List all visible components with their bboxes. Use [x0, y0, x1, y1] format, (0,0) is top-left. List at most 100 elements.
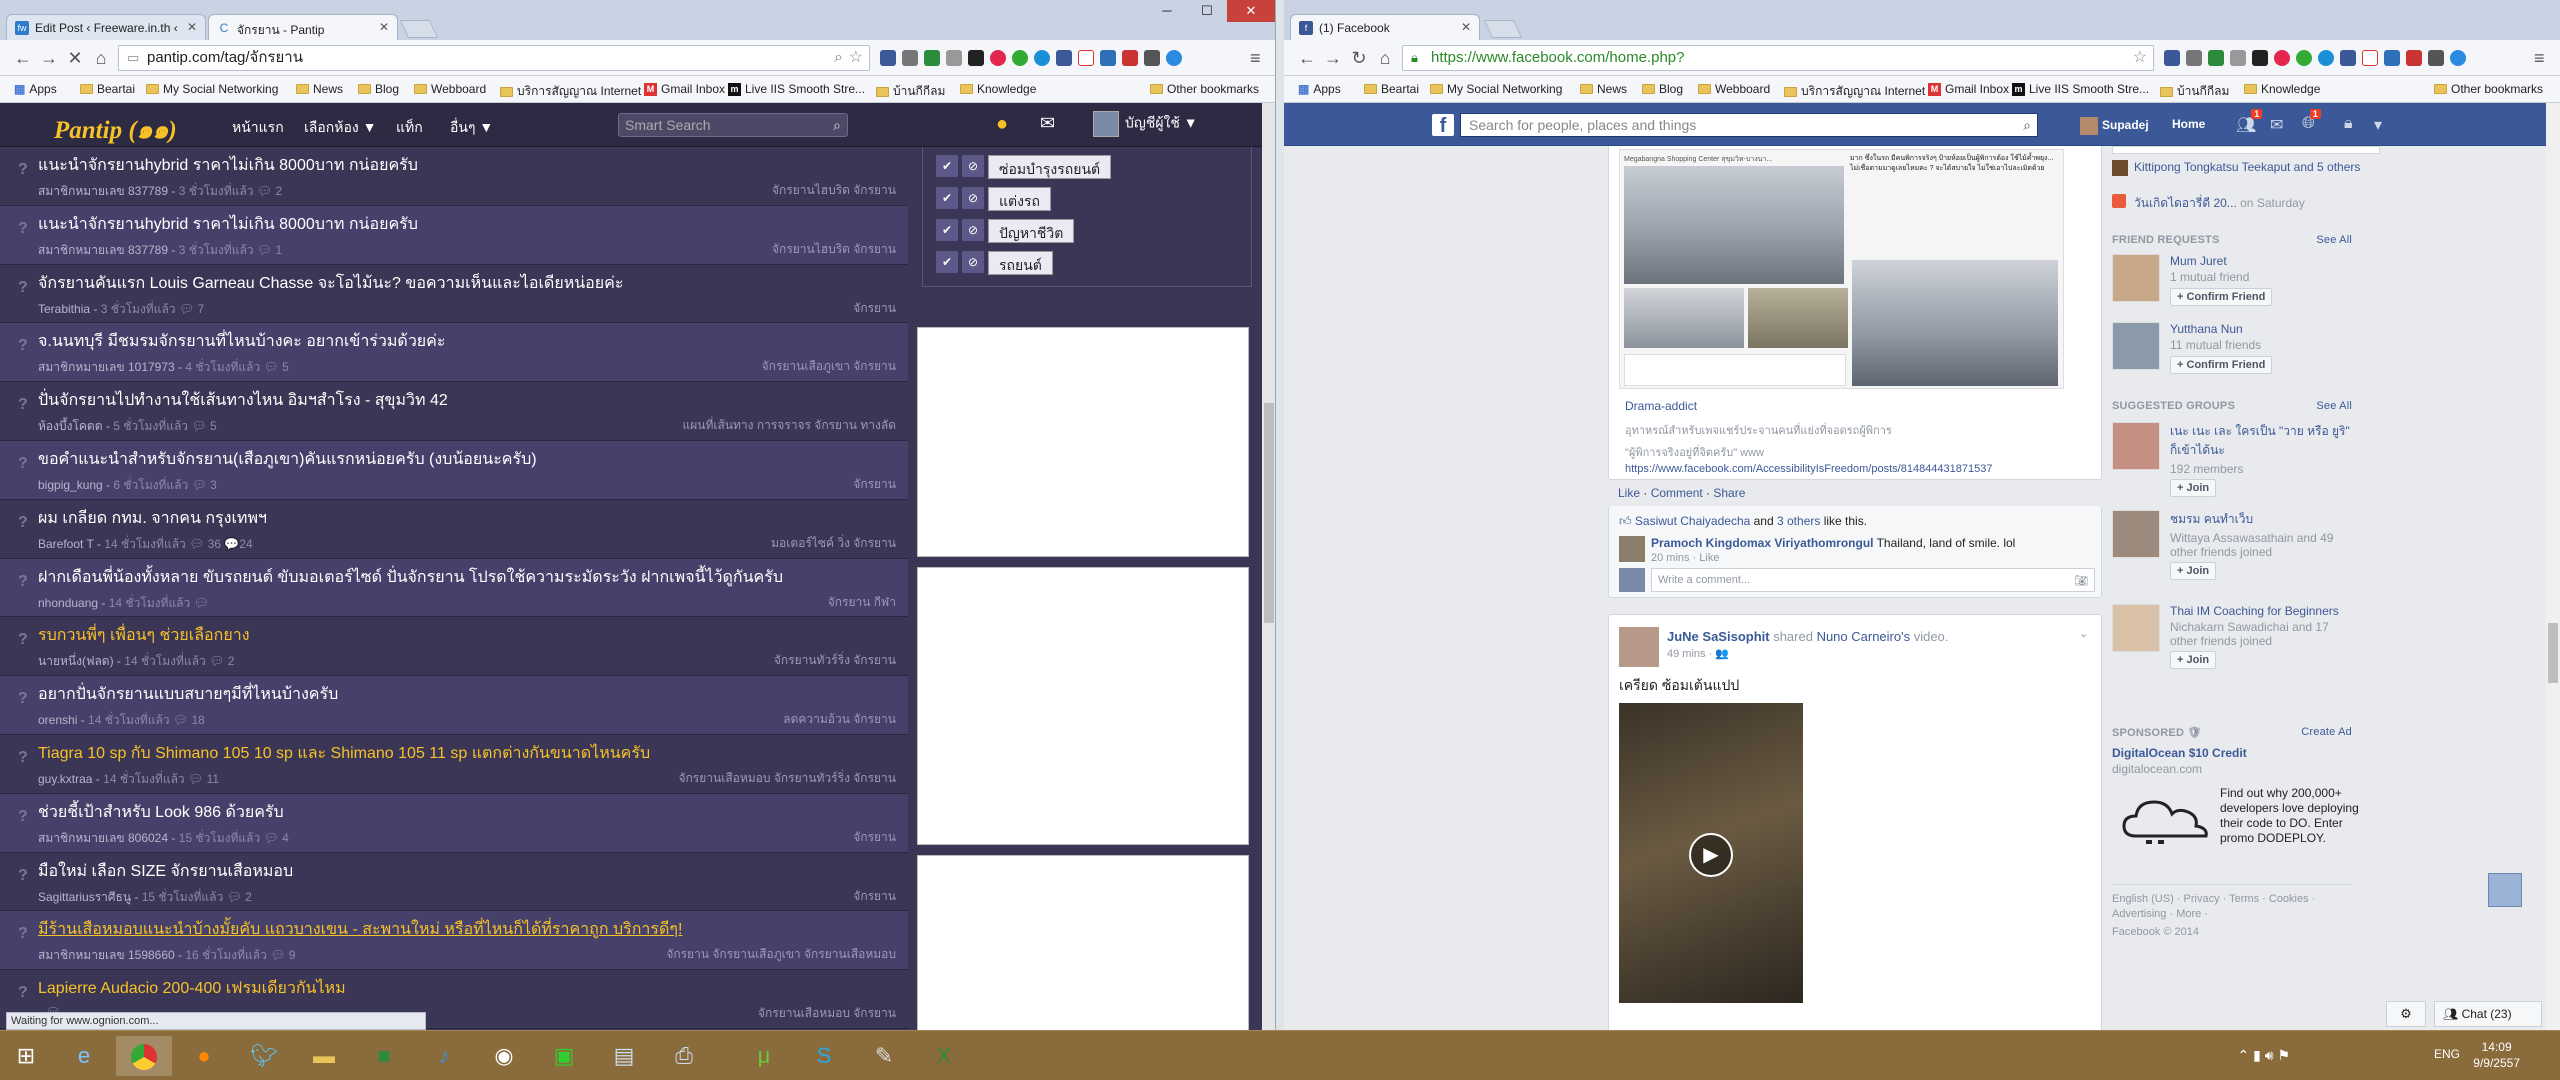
confirm-friend-button[interactable]: + Confirm Friend — [2170, 356, 2273, 374]
nav-rooms[interactable]: เลือกห้อง ▼ — [304, 117, 376, 139]
topic-author[interactable]: สมาชิกหมายเลข 1017973 — [38, 360, 175, 374]
topic-author[interactable]: Sagittariusราศีธนู — [38, 890, 131, 904]
excel-icon[interactable]: X — [916, 1036, 972, 1076]
topic-author[interactable]: ห้องบึ้งโคตต — [38, 419, 103, 433]
address-bar[interactable]: ▭ pantip.com/tag/จักรยาน ⌕ ☆ — [118, 45, 870, 71]
topic-author[interactable]: สมาชิกหมายเลข 1598660 — [38, 948, 175, 962]
event-name[interactable]: วันเกิดไดอารี่ดี 20... — [2134, 196, 2237, 210]
topic-title[interactable]: จ.นนทบุรี มีชมรมจักรยานที่ไหนบ้างคะ อยาก… — [38, 329, 908, 354]
network-tool-icon[interactable]: ⎙ — [656, 1036, 712, 1076]
topic-tags[interactable]: จักรยานเสือภูเขา จักรยาน — [762, 357, 896, 376]
internet-explorer-icon[interactable]: e — [56, 1036, 112, 1076]
bookmark-star-icon[interactable]: ☆ — [849, 46, 863, 70]
topic-title[interactable]: แนะนำจักรยานhybrid ราคาไม่เกิน 8000บาท ก… — [38, 153, 908, 178]
topic-title[interactable]: ผม เกลียด กทม. จากคน กรุงเทพฯ — [38, 506, 908, 531]
topic-title[interactable]: Tiagra 10 sp กับ Shimano 105 10 sp และ S… — [38, 741, 908, 766]
remote-desktop-icon[interactable]: ▤ — [596, 1036, 652, 1076]
group-picture[interactable] — [2112, 604, 2160, 652]
bookmark-folder[interactable]: Knowledge — [960, 82, 1036, 96]
mutual-friends[interactable]: 1 mutual friend — [2170, 270, 2350, 284]
topic-row[interactable]: ? แนะนำจักรยานhybrid ราคาไม่เกิน 8000บาท … — [0, 205, 908, 265]
profile-link[interactable]: Supadej — [2080, 117, 2149, 135]
camera-icon[interactable]: 📷︎ — [2074, 574, 2088, 587]
tab-facebook[interactable]: f (1) Facebook ✕ — [1290, 14, 1480, 40]
extension-icon[interactable] — [1144, 50, 1160, 66]
group-name[interactable]: ชมรม คนทำเว็บ — [2170, 510, 2352, 529]
line-icon[interactable]: ▣ — [536, 1036, 592, 1076]
extension-icon[interactable] — [1056, 50, 1072, 66]
minimize-icon[interactable]: ─ — [1147, 0, 1187, 22]
close-tab-icon[interactable]: ✕ — [379, 20, 389, 34]
extension-icon[interactable] — [946, 50, 962, 66]
friend-requests-icon[interactable]: 👥︎ 1 — [2236, 109, 2263, 135]
avatar[interactable] — [2112, 322, 2160, 370]
chat-options-icon[interactable]: ⚙ — [2386, 1001, 2426, 1027]
join-group-button[interactable]: + Join — [2170, 562, 2217, 580]
topic-row[interactable]: ? ขอคำแนะนำสำหรับจักรยาน(เสือภูเขา)คันแรก… — [0, 440, 908, 500]
digitalocean-cloud-icon[interactable] — [2116, 786, 2216, 856]
other-bookmarks[interactable]: Other bookmarks — [1150, 82, 1259, 96]
group-name[interactable]: Thai IM Coaching for Beginners — [2170, 604, 2352, 618]
mutual-friends[interactable]: 11 mutual friends — [2170, 338, 2350, 352]
join-group-button[interactable]: + Join — [2170, 651, 2217, 669]
input-language[interactable]: ENG — [2434, 1047, 2460, 1061]
play-icon[interactable]: ▶ — [1689, 833, 1733, 877]
ticker-others[interactable]: and 5 others — [2290, 160, 2361, 174]
topic-author[interactable]: สมาชิกหมายเลข 837789 — [38, 184, 168, 198]
group-picture[interactable] — [2112, 510, 2160, 558]
bookmark-gmail[interactable]: M Gmail Inbox — [644, 82, 725, 96]
comment-author[interactable]: Pramoch Kingdomax Viriyathomrongul — [1651, 536, 1873, 550]
extension-icon[interactable] — [2450, 50, 2466, 66]
topic-row[interactable]: ? Tiagra 10 sp กับ Shimano 105 10 sp และ … — [0, 735, 908, 794]
extension-icon[interactable] — [990, 50, 1006, 66]
file-explorer-icon[interactable]: ▬ — [296, 1036, 352, 1076]
new-tab-button[interactable] — [1483, 20, 1523, 38]
topic-tags[interactable]: ลดความอ้วน จักรยาน — [783, 710, 896, 729]
confirm-friend-button[interactable]: + Confirm Friend — [2170, 288, 2273, 306]
nav-home[interactable]: หน้าแรก — [232, 117, 284, 139]
home-icon[interactable]: ⌂ — [90, 48, 112, 69]
topic-title[interactable]: ขอคำแนะนำสำหรับจักรยาน(เสือภูเขา)คันแรกห… — [38, 447, 908, 472]
shared-page-name[interactable]: Drama-addict — [1625, 399, 1697, 413]
topic-author[interactable]: สมาชิกหมายเลข 806024 — [38, 831, 168, 845]
tag-label[interactable]: ปัญหาชีวิต — [988, 219, 1075, 243]
clock[interactable]: 14:09 9/9/2557 — [2473, 1039, 2520, 1071]
store-icon[interactable]: ■ — [356, 1036, 412, 1076]
bookmark-folder[interactable]: Beartai — [1364, 82, 1419, 96]
extension-icon[interactable] — [2406, 50, 2422, 66]
bookmark-folder[interactable]: บริการสัญญาณ Internet — [1784, 82, 1925, 101]
extension-icon[interactable] — [2318, 50, 2334, 66]
close-tab-icon[interactable]: ✕ — [187, 20, 197, 34]
bookmark-folder[interactable]: Webboard — [1698, 82, 1770, 96]
bookmark-apps[interactable]: ▦ Apps — [1298, 82, 1341, 96]
topic-row[interactable]: ? ผม เกลียด กทม. จากคน กรุงเทพฯ Barefoot T… — [0, 500, 908, 559]
topic-author[interactable]: สมาชิกหมายเลข 837789 — [38, 243, 168, 257]
topic-tags[interactable]: จักรยานเสือหมอบ จักรยานทัวร์ริ่ง จักรยาน — [679, 769, 897, 788]
topic-author[interactable]: guy.kxtraa — [38, 772, 92, 786]
topic-tags[interactable]: จักรยาน — [853, 828, 896, 847]
topic-title[interactable]: รบกวนพี่ๆ เพื่อนๆ ช่วยเลือกยาง — [38, 623, 908, 648]
shared-link[interactable]: https://www.facebook.com/AccessibilityIs… — [1625, 463, 1992, 475]
privacy-shortcuts-icon[interactable]: 🔒︎ — [2344, 115, 2353, 133]
chat-bubble-icon[interactable]: ● — [996, 113, 1008, 136]
topic-row[interactable]: ? ปั่นจักรยานไปทำงานใช้เส้นทางไหน อิมฯสำโ… — [0, 382, 908, 441]
ad-title[interactable]: DigitalOcean $10 Credit — [2112, 746, 2247, 760]
post-author[interactable]: JuNe SaSisophit — [1667, 629, 1770, 644]
topic-row[interactable]: ? ฝากเดือนพี่น้องทั้งหลาย ขับรถยนต์ ขับมอ… — [0, 558, 908, 618]
bookmark-folder[interactable]: บริการสัญญาณ Internet — [500, 82, 641, 101]
page-scrollbar[interactable] — [1262, 103, 1275, 1030]
create-ad-link[interactable]: Create Ad — [2301, 726, 2352, 738]
check-icon[interactable]: ✔ — [936, 251, 958, 273]
bookmark-folder[interactable]: News — [1580, 82, 1627, 96]
extension-icon[interactable] — [2340, 50, 2356, 66]
chevron-down-icon[interactable]: ⌄ — [2079, 627, 2088, 640]
new-tab-button[interactable] — [399, 20, 439, 38]
tab-pantip[interactable]: C จักรยาน - Pantip ✕ — [208, 14, 398, 40]
topic-title[interactable]: ฝากเดือนพี่น้องทั้งหลาย ขับรถยนต์ ขับมอเ… — [38, 565, 908, 590]
extension-icon[interactable] — [1166, 50, 1182, 66]
bookmark-folder[interactable]: My Social Networking — [1430, 82, 1562, 96]
topic-row[interactable]: ? แนะนำจักรยานhybrid ราคาไม่เกิน 8000บาท … — [0, 147, 908, 206]
join-group-button[interactable]: + Join — [2170, 479, 2217, 497]
see-all-link[interactable]: See All — [2316, 400, 2352, 412]
avatar[interactable] — [2112, 254, 2160, 302]
